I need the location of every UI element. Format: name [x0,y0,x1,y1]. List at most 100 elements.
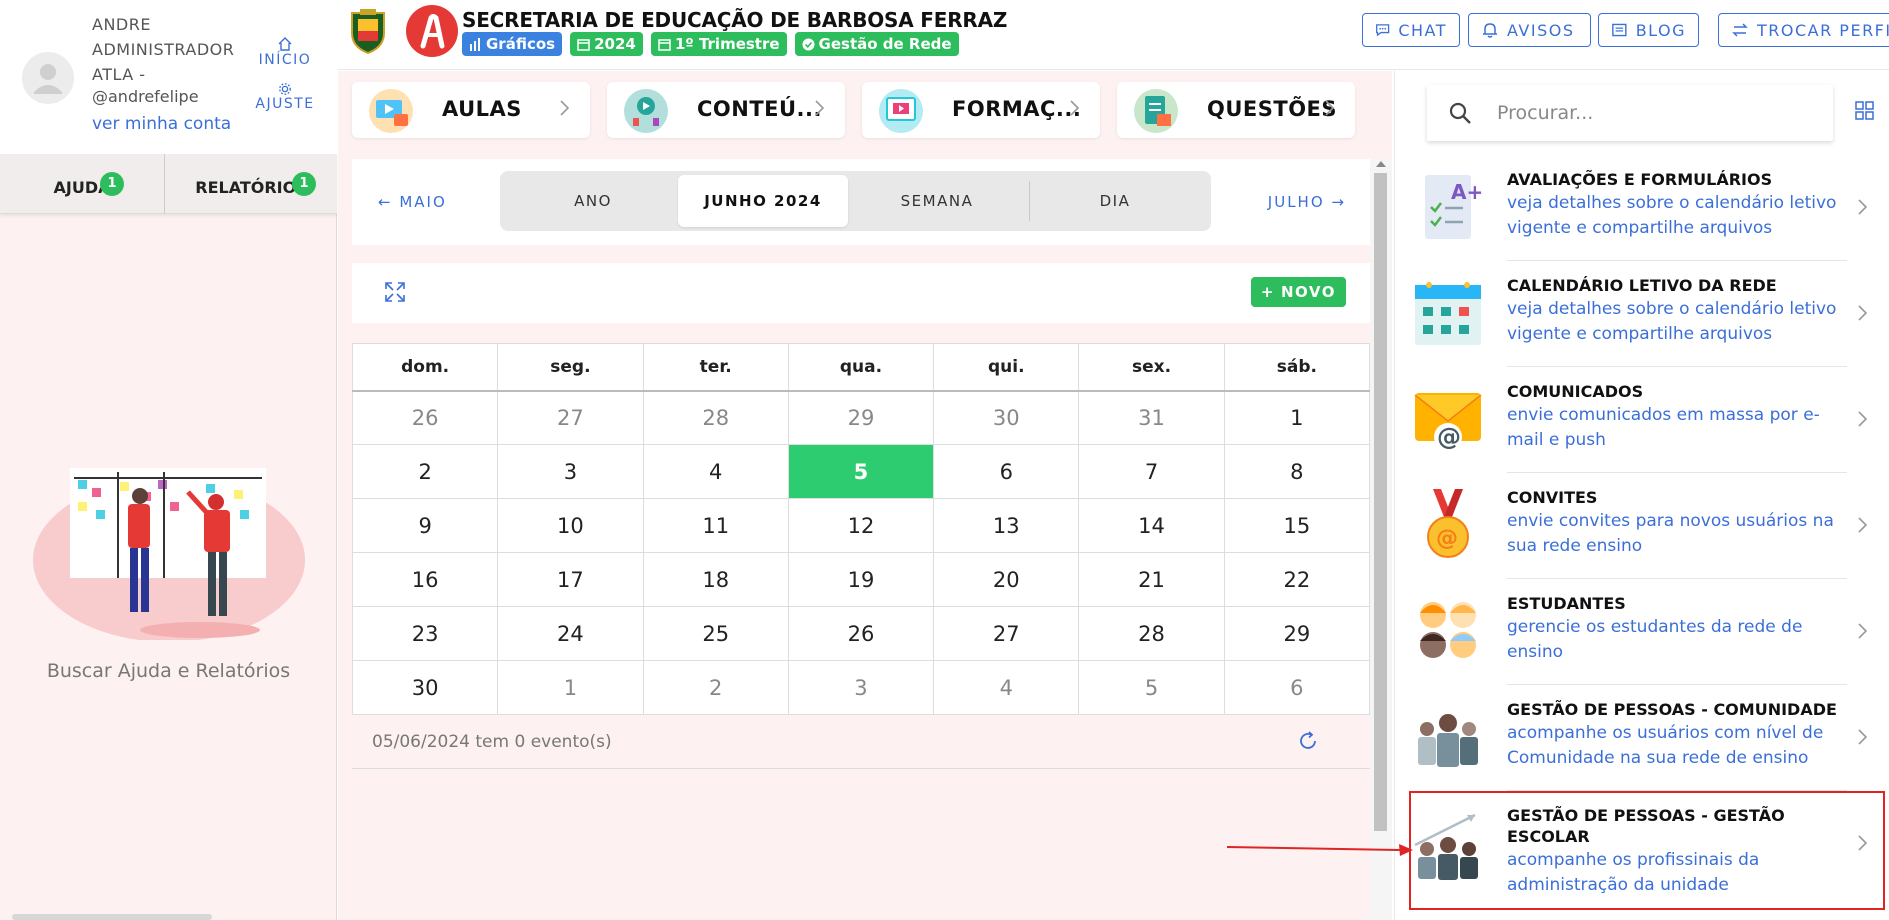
prev-month-button[interactable]: ← MAIO [378,159,447,245]
calendar-day[interactable]: 26 [787,606,935,661]
modules-panel: A+ AVALIAÇÕES E FORMULÁRIOS veja detalhe… [1394,71,1889,920]
chat-button[interactable]: CHAT [1362,13,1460,47]
next-month-button[interactable]: JULHO → [1268,159,1346,245]
calendar-day[interactable]: 1 [1223,390,1371,445]
category-questoes[interactable]: QUESTÕES [1117,82,1355,138]
chevron-right-icon [1858,623,1868,639]
calendar-day[interactable]: 20 [933,552,1080,607]
calendar-day[interactable]: 18 [642,552,789,607]
category-conteudos[interactable]: CONTEÚ... [607,82,845,138]
module-text: COMUNICADOS envie comunicados em massa p… [1507,381,1847,473]
calendar-day[interactable]: 2 [642,660,789,715]
scrollbar-thumb[interactable] [1374,173,1387,831]
calendar-day[interactable]: 1 [497,660,644,715]
calendar-day[interactable]: 4 [642,444,789,499]
module-search-box [1427,85,1833,141]
calendar-day[interactable]: 27 [497,390,644,445]
nav-ajuste[interactable]: AJUSTE [248,82,322,112]
view-month-button[interactable]: JUNHO 2024 [678,175,848,227]
view-day-button[interactable]: DIA [1030,175,1200,227]
avisos-button[interactable]: AVISOS [1468,13,1591,47]
calendar-day[interactable]: 17 [497,552,644,607]
calendar-day[interactable]: 28 [1078,606,1225,661]
calendar-day[interactable]: 27 [933,606,1080,661]
calendar-day[interactable]: 13 [933,498,1080,553]
tab-relatorios[interactable]: RELATÓRIOS 1 [166,154,337,214]
module-description: envie convites para novos usuários na su… [1507,511,1834,556]
module-comunicados[interactable]: @ COMUNICADOS envie comunicados em massa… [1395,369,1889,474]
chevron-right-icon [1070,100,1080,116]
calendar-body: 26 27 28 29 30 31 1 2 3 4 5 6 7 8 9 10 11 12 13 14 15 16 17 18 1… [351,390,1371,715]
calendar-day[interactable]: 12 [787,498,935,553]
module-title: COMUNICADOS [1507,382,1644,401]
calendar-day[interactable]: 16 [351,552,499,607]
calendar-day[interactable]: 3 [497,444,644,499]
category-formacoes[interactable]: FORMAÇ... [862,82,1100,138]
refresh-icon[interactable] [1296,729,1320,753]
module-text: ESTUDANTES gerencie os estudantes da red… [1507,593,1847,685]
calendar-day[interactable]: 6 [1223,660,1371,715]
calendar-day[interactable]: 19 [787,552,935,607]
module-search-input[interactable] [1497,97,1817,129]
category-aulas[interactable]: AULAS [352,82,590,138]
calendar-day[interactable]: 3 [787,660,935,715]
module-calendario-letivo[interactable]: CALENDÁRIO LETIVO DA REDE veja detalhes … [1395,263,1889,368]
calendar-day[interactable]: 9 [351,498,499,553]
tab-ajuda[interactable]: AJUDA 1 [0,154,165,214]
module-text: CALENDÁRIO LETIVO DA REDE veja detalhes … [1507,275,1847,367]
calendar-toolbar: + NOVO [352,263,1370,323]
calendar-day[interactable]: 2 [351,444,499,499]
calendar-day-today[interactable]: 5 [787,444,935,499]
calendar-day[interactable]: 4 [933,660,1080,715]
module-title: CALENDÁRIO LETIVO DA REDE [1507,276,1777,295]
calendar-day[interactable]: 26 [351,390,499,445]
calendar-day[interactable]: 10 [497,498,644,553]
module-gestao-escolar[interactable]: GESTÃO DE PESSOAS - GESTÃO ESCOLAR acomp… [1395,793,1889,898]
calendar-day[interactable]: 25 [642,606,789,661]
module-convites[interactable]: @ CONVITES envie convites para novos usu… [1395,475,1889,580]
calendar-day[interactable]: 29 [1223,606,1371,661]
chip-trimester[interactable]: 1º Trimestre [650,32,787,56]
view-account-link[interactable]: ver minha conta [92,114,231,134]
calendar-day[interactable]: 8 [1223,444,1371,499]
calendar-day[interactable]: 31 [1078,390,1225,445]
chip-graficos[interactable]: Gráficos [462,32,563,56]
module-estudantes[interactable]: ESTUDANTES gerencie os estudantes da red… [1395,581,1889,686]
module-description: veja detalhes sobre o calendário letivo … [1507,193,1837,238]
calendar-day[interactable]: 14 [1078,498,1225,553]
blog-button[interactable]: BLOG [1598,13,1699,47]
chip-gestao-rede[interactable]: Gestão de Rede [794,32,959,56]
calendar-day[interactable]: 15 [1223,498,1371,553]
sidebar-scrollbar[interactable] [12,914,212,920]
chip-year[interactable]: 2024 [570,32,643,56]
grid-view-icon[interactable] [1855,101,1875,121]
module-gestao-comunidade[interactable]: GESTÃO DE PESSOAS - COMUNIDADE acompanhe… [1395,687,1889,792]
calendar-day[interactable]: 23 [351,606,499,661]
calendar-day[interactable]: 6 [933,444,1080,499]
module-avaliacoes[interactable]: A+ AVALIAÇÕES E FORMULÁRIOS veja detalhe… [1395,157,1889,262]
module-description: acompanhe os usuários com nível de Comun… [1507,723,1824,768]
top-header: SECRETARIA DE EDUCAÇÃO DE BARBOSA FERRAZ… [338,0,1889,70]
view-week-button[interactable]: SEMANA [852,175,1022,227]
new-event-button[interactable]: + NOVO [1250,277,1346,307]
calendar-day[interactable]: 30 [933,390,1080,445]
view-year-button[interactable]: ANO [508,175,678,227]
calendar-day[interactable]: 7 [1078,444,1225,499]
calendar-day[interactable]: 30 [351,660,499,715]
calendar-day[interactable]: 28 [642,390,789,445]
calendar-day[interactable]: 24 [497,606,644,661]
avatar[interactable] [22,52,74,104]
switch-profile-button[interactable]: TROCAR PERFI [1718,13,1889,47]
module-description: veja detalhes sobre o calendário letivo … [1507,299,1837,344]
calendar-day[interactable]: 29 [787,390,935,445]
calendar-day[interactable]: 11 [642,498,789,553]
expand-icon[interactable] [384,281,406,303]
calendar-day[interactable]: 5 [1078,660,1225,715]
nav-inicio[interactable]: INÍCIO [248,36,322,68]
calendar-day[interactable]: 22 [1223,552,1371,607]
calendar-day[interactable]: 21 [1078,552,1225,607]
scroll-up-arrow-icon[interactable] [1376,161,1386,167]
calendar-icon [658,38,671,51]
brand-logo[interactable] [406,5,458,57]
main-scrollbar[interactable] [1370,159,1392,920]
